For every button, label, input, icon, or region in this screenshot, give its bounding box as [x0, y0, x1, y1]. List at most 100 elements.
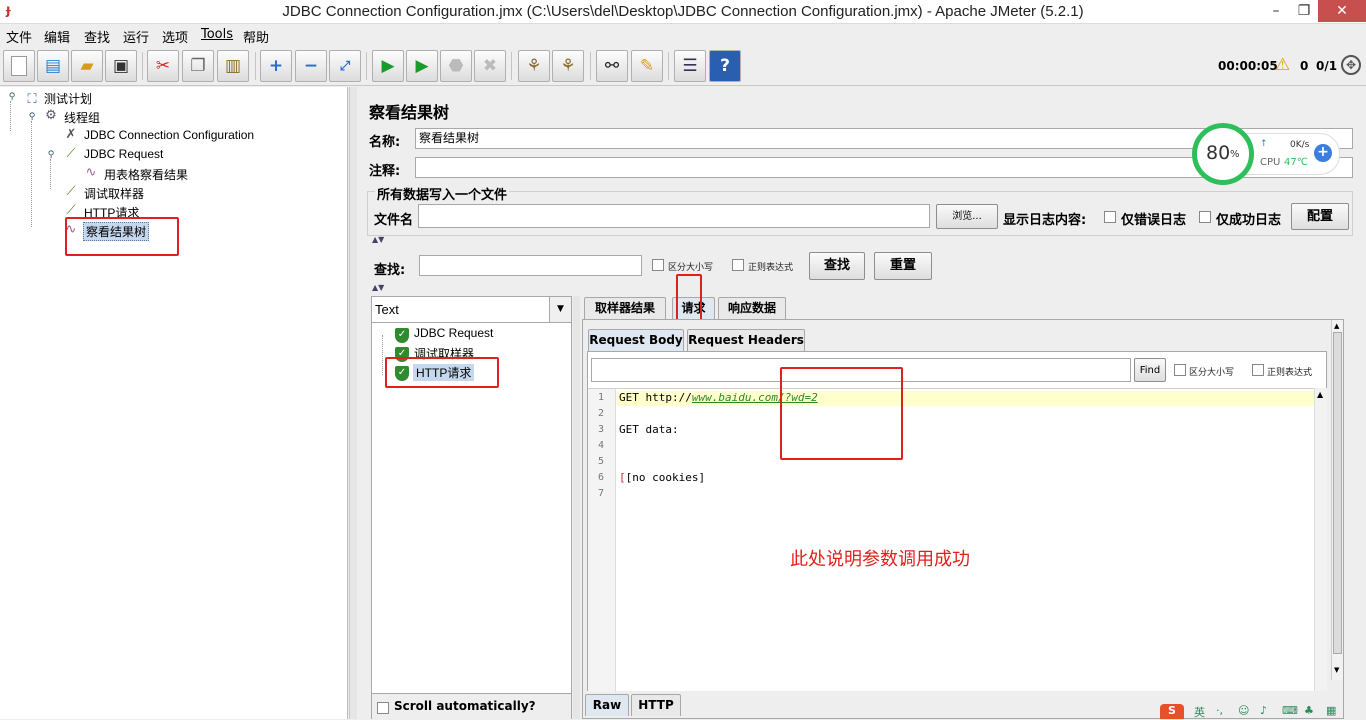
- editor-scrollbar[interactable]: ▲: [1314, 388, 1327, 691]
- tree-expand-handle[interactable]: ⚲: [24, 109, 40, 125]
- ime-mode-icon[interactable]: 英: [1194, 704, 1205, 720]
- reset-button[interactable]: 重置: [874, 252, 932, 280]
- tree-item-test-plan[interactable]: 测试计划: [44, 90, 92, 107]
- success-only-checkbox[interactable]: [1199, 211, 1211, 223]
- find-button[interactable]: Find: [1134, 358, 1166, 382]
- scroll-auto-checkbox[interactable]: [377, 702, 389, 714]
- tree-item-jdbc-request[interactable]: JDBC Request: [84, 147, 163, 161]
- collapse-icon[interactable]: −: [295, 50, 327, 82]
- menu-file[interactable]: 文件: [6, 27, 32, 46]
- scroll-auto-label: Scroll automatically?: [394, 699, 536, 713]
- tab-response-data[interactable]: 响应数据: [718, 297, 786, 319]
- minimize-button[interactable]: –: [1262, 0, 1290, 22]
- menu-help[interactable]: 帮助: [243, 27, 269, 46]
- tree-item-debug-sampler[interactable]: 调试取样器: [84, 185, 144, 202]
- tree-item-view-table[interactable]: 用表格察看结果: [104, 166, 188, 183]
- ime-skin-icon[interactable]: ♣: [1304, 704, 1314, 717]
- scrollbar-thumb[interactable]: [1333, 332, 1342, 654]
- line-number: 5: [597, 456, 604, 467]
- code-editor[interactable]: 1 2 3 4 5 6 7 GET http://www.baidu.com/?…: [588, 388, 1314, 692]
- configure-button[interactable]: 配置: [1291, 203, 1349, 230]
- errors-only-checkbox[interactable]: [1104, 211, 1116, 223]
- find-regex-checkbox[interactable]: [1252, 364, 1264, 376]
- test-plan-icon: ⛶: [27, 92, 37, 107]
- find-case-checkbox[interactable]: [1174, 364, 1186, 376]
- boost-plus-icon[interactable]: +: [1314, 144, 1332, 162]
- stop-icon[interactable]: ⬣: [440, 50, 472, 82]
- open-icon[interactable]: ▰: [71, 50, 103, 82]
- save-icon[interactable]: ▣: [105, 50, 137, 82]
- panel-scrollbar[interactable]: ▲ ▼: [1331, 320, 1343, 680]
- ime-logo-icon[interactable]: S: [1160, 704, 1184, 719]
- new-icon[interactable]: [3, 50, 35, 82]
- ime-voice-icon[interactable]: ♪: [1260, 704, 1267, 717]
- close-button[interactable]: ✕: [1318, 0, 1366, 22]
- cut-icon[interactable]: ✂: [147, 50, 179, 82]
- tab-request-body[interactable]: Request Body: [588, 329, 684, 351]
- maximize-button[interactable]: ❐: [1290, 0, 1318, 22]
- chevron-down-icon[interactable]: ▼: [549, 297, 571, 322]
- success-shield-icon: ✓: [395, 328, 409, 343]
- scroll-down-icon[interactable]: ▼: [1334, 666, 1339, 674]
- function-helper-icon[interactable]: ☰: [674, 50, 706, 82]
- expand-icon[interactable]: +: [260, 50, 292, 82]
- net-speed: 0K/s: [1290, 140, 1310, 150]
- remote-status-icon[interactable]: ✥: [1341, 55, 1361, 75]
- case-sensitive-checkbox[interactable]: [652, 259, 664, 271]
- toolbar-separator: [366, 52, 367, 80]
- menu-edit[interactable]: 编辑: [44, 27, 70, 46]
- shutdown-icon[interactable]: ✖: [474, 50, 506, 82]
- case-sensitive-label: 区分大小写: [668, 263, 714, 273]
- scroll-up-icon[interactable]: ▲: [1317, 390, 1323, 399]
- filename-label: 文件名: [374, 213, 414, 228]
- templates-icon[interactable]: ▤: [37, 50, 69, 82]
- results-splitter[interactable]: [573, 296, 580, 719]
- menu-options[interactable]: 选项: [162, 27, 188, 46]
- tab-raw[interactable]: Raw: [585, 694, 629, 716]
- renderer-select[interactable]: Text ▼: [372, 297, 571, 323]
- tab-http[interactable]: HTTP: [631, 694, 681, 716]
- annotation-highlight-box: [65, 217, 179, 256]
- tree-expand-handle[interactable]: ⚲: [4, 89, 20, 105]
- regex-checkbox[interactable]: [732, 259, 744, 271]
- warning-icon[interactable]: ⚠: [1275, 55, 1290, 75]
- menu-search[interactable]: 查找: [84, 27, 110, 46]
- code-line: [[no cookies]: [619, 471, 706, 484]
- start-no-pause-icon[interactable]: ▶: [406, 50, 438, 82]
- panel-splitter[interactable]: [349, 87, 357, 719]
- filename-field[interactable]: [418, 204, 930, 228]
- tree-item-jdbc-config[interactable]: JDBC Connection Configuration: [84, 128, 254, 142]
- tab-sampler-result[interactable]: 取样器结果: [584, 297, 666, 319]
- collapse-arrows-icon[interactable]: ▲▼: [372, 235, 384, 244]
- menu-run[interactable]: 运行: [123, 27, 149, 46]
- search-icon[interactable]: ⚯: [596, 50, 628, 82]
- copy-icon[interactable]: ❐: [182, 50, 214, 82]
- ime-punct-icon[interactable]: ·,: [1216, 704, 1223, 717]
- clear-all-icon[interactable]: ⚘: [552, 50, 584, 82]
- ime-emoji-icon[interactable]: ☺: [1238, 704, 1249, 717]
- cpu-temp: 47℃: [1284, 157, 1308, 168]
- menu-tools[interactable]: Tools: [201, 27, 233, 42]
- paste-icon[interactable]: ▥: [217, 50, 249, 82]
- system-monitor-widget[interactable]: 80 % ↑ 0K/s CPU 47℃ +: [1192, 123, 1342, 185]
- sample-jdbc-request[interactable]: JDBC Request: [414, 326, 493, 340]
- upload-arrow-icon: ↑: [1260, 139, 1268, 149]
- search-button[interactable]: 查找: [809, 252, 865, 280]
- clear-icon[interactable]: ⚘: [518, 50, 550, 82]
- tree-expand-handle[interactable]: ⚲: [43, 147, 59, 163]
- collapse-arrows-icon[interactable]: ▲▼: [372, 283, 384, 292]
- toggle-icon[interactable]: ⤢: [329, 50, 361, 82]
- help-icon[interactable]: ?: [709, 50, 741, 82]
- start-icon[interactable]: ▶: [372, 50, 404, 82]
- ime-toolbar: S 英 ·, ☺ ♪ ⌨ ♣ ▦: [1160, 704, 1366, 719]
- search-field[interactable]: [419, 255, 642, 276]
- code-text: GET http://: [619, 391, 692, 404]
- errors-only-label: 仅错误日志: [1121, 213, 1187, 228]
- browse-button[interactable]: 浏览...: [936, 204, 998, 229]
- ime-menu-icon[interactable]: ▦: [1326, 704, 1336, 717]
- tree-item-thread-group[interactable]: 线程组: [64, 109, 100, 126]
- ime-keyboard-icon[interactable]: ⌨: [1282, 704, 1298, 717]
- tab-request-headers[interactable]: Request Headers: [687, 329, 805, 351]
- reset-search-icon[interactable]: ✎: [631, 50, 663, 82]
- scroll-up-icon[interactable]: ▲: [1334, 322, 1339, 330]
